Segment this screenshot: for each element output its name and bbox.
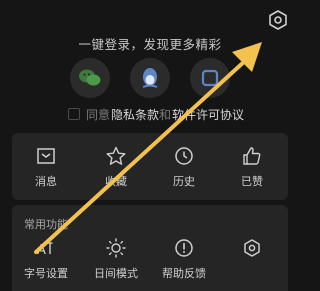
common-item-label: 帮助反馈	[162, 267, 206, 280]
star-icon	[106, 146, 126, 165]
wechat-icon	[79, 69, 101, 86]
common-item-label: 字号设置	[24, 267, 68, 280]
quick-item-messages[interactable]: 消息	[16, 145, 76, 189]
privacy-link[interactable]: 隐私条款	[111, 106, 159, 123]
common-item-day-mode[interactable]: 日间模式	[86, 237, 146, 281]
other-login-button[interactable]	[190, 58, 230, 98]
agreement-checkbox[interactable]	[68, 108, 80, 120]
qq-penguin-icon	[142, 68, 158, 88]
quick-access-card: 消息 收藏 历史 已赞	[12, 133, 288, 200]
agreement-row: 同意 隐私条款 和 软件许可协议	[68, 106, 244, 122]
agreement-prefix: 同意	[86, 107, 111, 122]
rounded-square-icon	[201, 69, 219, 87]
common-item-help-feedback[interactable]: 帮助反馈	[154, 237, 214, 281]
quick-item-label: 历史	[173, 175, 195, 188]
common-item-font-size[interactable]: A 字号设置	[16, 237, 76, 281]
sun-icon	[106, 238, 126, 258]
svg-text:A: A	[37, 243, 46, 258]
common-functions-card: 常用功能 A 字号设置 日间模式 帮助反馈	[12, 205, 288, 291]
license-link[interactable]: 软件许可协议	[172, 106, 244, 123]
section-title: 常用功能	[24, 218, 68, 231]
settings-button[interactable]	[265, 7, 291, 33]
thumbs-up-icon	[243, 147, 261, 165]
login-tip: 一键登录，发现更多精彩	[78, 37, 222, 52]
hexagon-settings-icon	[269, 10, 287, 30]
quick-item-history[interactable]: 历史	[154, 145, 214, 189]
wechat-login-button[interactable]	[70, 58, 110, 98]
common-item-label: 日间模式	[94, 267, 138, 280]
quick-item-liked[interactable]: 已赞	[222, 145, 282, 189]
help-alert-icon	[175, 239, 193, 257]
agreement-and: 和	[159, 107, 172, 122]
clock-icon	[175, 147, 193, 165]
hexagon-settings-icon	[244, 239, 260, 257]
message-inbox-icon	[37, 148, 55, 164]
font-size-icon: A	[37, 242, 53, 258]
common-item-settings[interactable]	[222, 237, 282, 265]
quick-item-label: 已赞	[241, 175, 263, 188]
qq-login-button[interactable]	[130, 58, 170, 98]
quick-item-label: 收藏	[105, 175, 127, 188]
quick-item-label: 消息	[35, 175, 57, 188]
quick-item-favorites[interactable]: 收藏	[86, 145, 146, 189]
